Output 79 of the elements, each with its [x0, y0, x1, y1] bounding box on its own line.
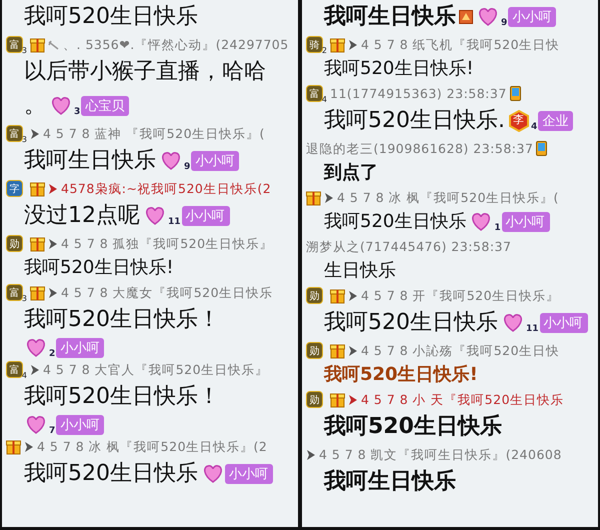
gift-icon	[330, 391, 345, 408]
rank-badge: 勋	[6, 235, 23, 252]
tag-level: 11	[168, 217, 181, 227]
fan-tag: 小小呵	[191, 151, 240, 171]
chat-message: 我呵520生日快乐	[24, 3, 198, 31]
fan-tag: 小小呵	[540, 313, 588, 333]
fan-tag: 心宝贝	[81, 96, 130, 116]
heart-icon	[159, 150, 183, 172]
chat-message: 我呵520生日快乐！	[24, 306, 220, 334]
chat-message: 到点了	[324, 161, 378, 185]
sender-name: 4 5 7 8 开『我呵520生日快乐』	[361, 287, 560, 305]
tag-level: 9	[184, 162, 190, 172]
chat-message: 。	[24, 92, 46, 120]
chat-message: 我呵520生日快乐！	[24, 383, 220, 411]
sender-name: 11(1774915363) 23:58:37	[330, 85, 507, 103]
fan-tag: 企业	[538, 111, 574, 131]
fan-tag: 小小呵	[225, 464, 273, 484]
sender-name: 4 5 7 8 大魔女『我呵520生日快乐	[61, 284, 274, 302]
fan-tag: 小小呵	[56, 415, 104, 435]
gift-icon	[330, 342, 345, 359]
chat-message: 生日快乐	[324, 259, 396, 283]
fan-tag: 小小呵	[56, 338, 104, 358]
heart-icon	[49, 95, 73, 117]
fan-tag: 小小呵	[182, 206, 230, 226]
fan-tag: 小小呵	[508, 7, 556, 27]
chat-message: 没过12点呢	[24, 202, 140, 230]
sender-name: 4 5 7 8 大官人『我呵520生日快乐』	[43, 361, 269, 379]
tag-level: 3	[74, 107, 80, 117]
rank-badge: 勋	[306, 391, 323, 408]
heart-icon	[24, 414, 48, 436]
rank-badge: 勋	[306, 342, 323, 359]
chat-message: 我呵生日快乐	[324, 3, 456, 31]
gift-icon	[306, 189, 321, 206]
badge-char: 李	[512, 113, 524, 127]
sender-name: 4 5 7 8 冰 枫『我呵520生日快乐』(	[337, 189, 559, 207]
sender-name: 4 5 7 8 凯文『我呵生日快乐』(240608	[319, 446, 562, 464]
rank-badge: 字	[6, 180, 23, 197]
sender-name: 4 5 7 8 蓝神 『我呵520生日快乐』(	[43, 125, 265, 143]
chat-message: 我呵520生日快乐!	[324, 57, 474, 81]
gift-icon	[30, 235, 45, 252]
chat-message: 以后带小猴子直播，哈哈	[24, 58, 266, 86]
tag-level: 1	[494, 223, 501, 233]
tag-level: 9	[501, 18, 508, 28]
sender-name: 4 5 7 8 小 天『我呵520生日快乐	[361, 391, 564, 409]
gift-icon	[330, 287, 345, 304]
tag-level: 4	[530, 122, 538, 132]
gift-icon	[30, 36, 45, 53]
fan-tag: 小小呵	[502, 212, 550, 232]
tag-level: 11	[526, 324, 539, 334]
heart-icon	[501, 312, 525, 334]
heart-icon	[143, 205, 167, 227]
chat-message: 我呵520生日快乐!	[24, 256, 174, 280]
chat-message: 我呵520生日快乐	[324, 309, 498, 337]
sender-name: 退隐的老三(1909861628) 23:58:37	[306, 140, 534, 158]
tag-level: 2	[49, 349, 56, 359]
gift-icon	[330, 36, 345, 53]
chat-message: 我呵520生日快乐!	[324, 363, 478, 387]
sender-name: 4 5 7 8 小訫殇『我呵520生日快	[361, 342, 560, 360]
sender-name: 4 5 7 8 冰 枫『我呵520生日快乐』(2	[37, 438, 268, 456]
sender-name: 、. 5356❤.『怦然心动』(24297705	[63, 36, 289, 54]
sender-name: 4578枭疯:~祝我呵520生日快乐(2	[61, 180, 272, 198]
heart-icon	[201, 463, 225, 485]
sender-name: 4 5 7 8 孤独『我呵520生日快乐』	[61, 235, 274, 253]
heart-icon	[476, 6, 500, 28]
chat-message: 我呵520生日快乐.	[324, 107, 505, 135]
rank-badge: 勋	[306, 287, 323, 304]
gift-icon	[30, 180, 45, 197]
chat-message: 我呵生日快乐	[24, 147, 156, 175]
tag-level: 7	[49, 426, 56, 436]
hexagon-badge-icon	[508, 110, 530, 132]
sender-name: 溯梦从之(717445476) 23:58:37	[306, 238, 512, 256]
chat-message: 我呵520生日快乐	[324, 210, 466, 234]
chat-message: 我呵520生日快乐	[324, 413, 502, 441]
sender-name: 4 5 7 8 纸飞机『我呵520生日快	[361, 36, 560, 54]
gift-icon	[30, 284, 45, 301]
chat-message: 我呵520生日快乐	[24, 460, 198, 488]
chat-message: 我呵生日快乐	[324, 468, 456, 496]
gift-icon	[6, 438, 21, 455]
heart-icon	[24, 337, 48, 359]
